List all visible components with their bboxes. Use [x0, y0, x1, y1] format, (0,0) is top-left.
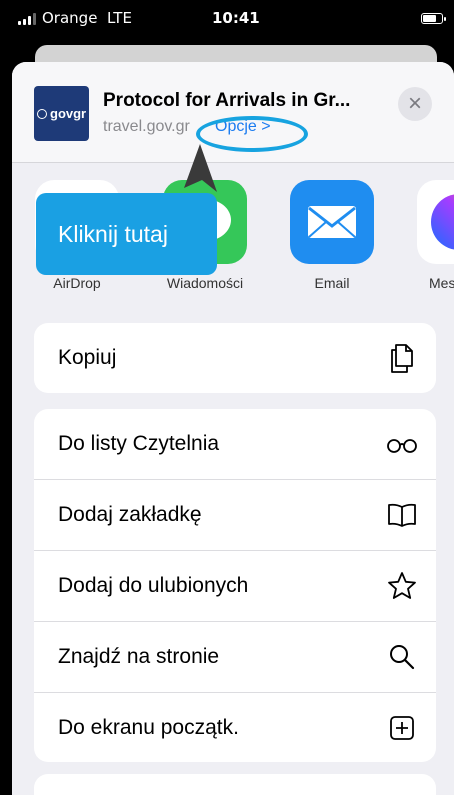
copy-icon: [386, 342, 418, 374]
mail-icon: [308, 206, 356, 238]
actions-group: Do listy Czytelnia Dodaj zakładkę Dodaj …: [34, 409, 436, 762]
action-label: Do ekranu początk.: [58, 716, 239, 739]
star-icon: [386, 570, 418, 602]
thumbnail-text: govgr: [50, 106, 87, 121]
pointer-arrow-icon: [184, 144, 217, 192]
callout-tooltip: Kliknij tutaj: [36, 193, 217, 275]
app-messenger[interactable]: [417, 180, 454, 264]
phone-screen: Orange LTE 10:41 govgr Protocol for Arri…: [0, 0, 454, 795]
copy-group: Kopiuj: [34, 323, 436, 393]
messenger-icon: [431, 194, 454, 250]
app-label-email: Email: [314, 275, 350, 291]
add-square-icon: [386, 712, 418, 744]
action-reading-list[interactable]: Do listy Czytelnia: [34, 409, 436, 480]
clock: 10:41: [212, 9, 260, 27]
status-bar: Orange LTE 10:41: [0, 0, 454, 40]
carrier-label: Orange LTE: [42, 9, 132, 27]
glasses-icon: [386, 428, 418, 460]
signal-icon: [18, 13, 36, 25]
app-label-messenger: Mess: [429, 275, 454, 291]
seal-icon: [37, 108, 47, 119]
book-icon: [386, 499, 418, 531]
callout-text: Kliknij tutaj: [58, 220, 168, 247]
action-add-bookmark[interactable]: Dodaj zakładkę: [34, 480, 436, 551]
close-button[interactable]: ×: [398, 87, 432, 121]
page-url: travel.gov.gr: [103, 118, 190, 135]
page-title: Protocol for Arrivals in Gr...: [103, 90, 351, 111]
action-label: Znajdź na stronie: [58, 645, 220, 668]
app-label-airdrop: AirDrop: [53, 275, 101, 291]
search-icon: [386, 641, 418, 673]
action-label: Dodaj do ulubionych: [58, 574, 249, 597]
action-find-on-page[interactable]: Znajdź na stronie: [34, 622, 436, 693]
action-add-to-home-screen[interactable]: Do ekranu początk.: [34, 693, 436, 762]
site-thumbnail: govgr: [34, 86, 89, 141]
action-copy[interactable]: Kopiuj: [34, 323, 436, 393]
share-sheet: govgr Protocol for Arrivals in Gr... tra…: [12, 62, 454, 795]
app-label-messages: Wiadomości: [166, 275, 244, 291]
action-label: Kopiuj: [58, 346, 117, 369]
app-email[interactable]: [290, 180, 374, 264]
action-add-favorite[interactable]: Dodaj do ulubionych: [34, 551, 436, 622]
action-label: Dodaj zakładkę: [58, 503, 202, 526]
action-label: Do listy Czytelnia: [58, 432, 220, 455]
close-icon: ×: [407, 90, 422, 117]
battery-icon: [421, 13, 446, 24]
next-group-peek: [34, 774, 436, 795]
